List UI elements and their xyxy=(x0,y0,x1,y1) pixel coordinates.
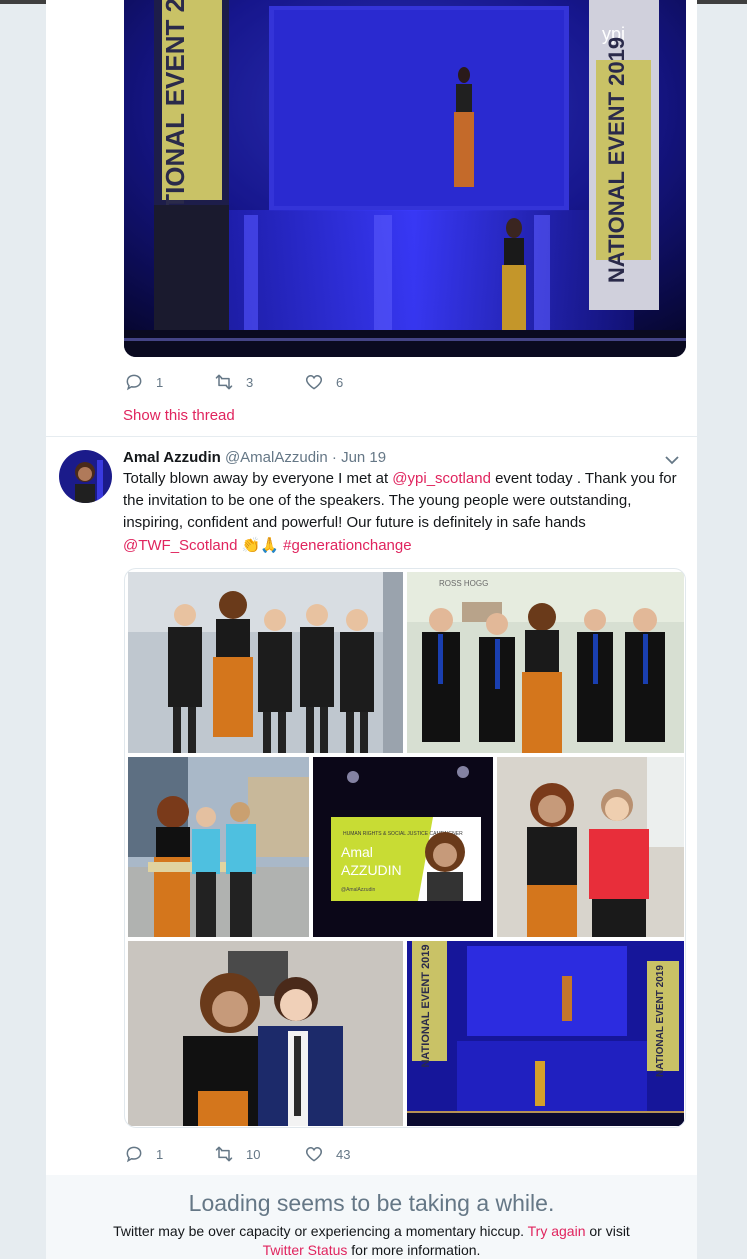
tweet-text: Totally blown away by everyone I met at … xyxy=(123,468,688,557)
separator-dot: · xyxy=(331,449,337,466)
author-name[interactable]: Amal Azzudin xyxy=(123,449,221,466)
reply-button[interactable]: 1 xyxy=(124,1144,214,1164)
stage-banner-left: NATIONAL EVENT 2019 xyxy=(420,944,432,1067)
try-again-link[interactable]: Try again xyxy=(528,1223,586,1239)
tweet-date[interactable]: Jun 19 xyxy=(341,449,386,466)
photo-stage-wide[interactable]: NATIONAL EVENT 2019 NATIONAL EVENT 2019 xyxy=(407,941,684,1126)
loading-title: Loading seems to be taking a while. xyxy=(188,1190,555,1216)
hashtag-generationchange[interactable]: #generationchange xyxy=(283,537,411,554)
mention-twf-scotland[interactable]: @TWF_Scotland xyxy=(123,537,237,554)
loading-message-text: or visit xyxy=(585,1223,630,1239)
emoji-clap-pray: 👏🙏 xyxy=(241,536,279,554)
stage-banner-right: NATIONAL EVENT 2019 xyxy=(655,965,666,1077)
reply-icon xyxy=(126,374,142,391)
twitter-status-link[interactable]: Twitter Status xyxy=(263,1242,348,1258)
card-last-name: AZZUDIN xyxy=(341,862,402,878)
author-handle[interactable]: @AmalAzzudin xyxy=(225,449,328,466)
like-button[interactable]: 43 xyxy=(304,1144,394,1164)
like-count: 6 xyxy=(336,374,344,390)
ross-hogg-sign: ROSS HOGG xyxy=(439,579,488,588)
heart-icon xyxy=(305,374,323,390)
mention-ypi-scotland[interactable]: @ypi_scotland xyxy=(392,470,491,487)
loading-message: Twitter may be over capacity or experien… xyxy=(46,1222,697,1259)
reply-count: 1 xyxy=(156,1146,164,1162)
retweet-button[interactable]: 10 xyxy=(214,1144,304,1164)
tweet-divider xyxy=(46,436,697,437)
loading-footer: Loading seems to be taking a while. Twit… xyxy=(0,1175,747,1259)
loading-message-text: Twitter may be over capacity or experien… xyxy=(113,1223,528,1239)
tweet-actions: 1 10 43 xyxy=(124,1144,394,1164)
timeline-column: NATIONAL EVENT 2019 ypi NATIONAL EVENT 2… xyxy=(46,0,697,1259)
reply-button[interactable]: 1 xyxy=(124,372,214,392)
card-handle: @AmalAzzudin xyxy=(341,887,375,893)
avatar[interactable] xyxy=(59,450,112,503)
photo-students-group-1[interactable] xyxy=(128,572,403,753)
photo-two-women[interactable] xyxy=(497,757,684,937)
card-first-name: Amal xyxy=(341,844,373,860)
retweet-icon xyxy=(215,1146,233,1162)
photo-students-group-2[interactable]: ROSS HOGG xyxy=(407,572,684,753)
reply-count: 1 xyxy=(156,374,164,390)
photo-selfie[interactable] xyxy=(128,941,403,1126)
reply-icon xyxy=(126,1146,142,1163)
tweet-photo-stage[interactable]: NATIONAL EVENT 2019 ypi NATIONAL EVENT 2… xyxy=(124,0,686,357)
photo-outdoor-group[interactable] xyxy=(128,757,309,937)
tweet-actions: 1 3 6 xyxy=(124,372,394,392)
retweet-count: 10 xyxy=(246,1146,261,1162)
retweet-count: 3 xyxy=(246,374,254,390)
tweet-header: Amal Azzudin @AmalAzzudin · Jun 19 xyxy=(123,449,386,466)
tweet-text-part: Totally blown away by everyone I met at xyxy=(123,470,393,487)
photo-collage[interactable]: ROSS HOGG HUMAN RIGHTS & SOCIAL JUSTICE … xyxy=(124,568,686,1128)
like-count: 43 xyxy=(336,1146,351,1162)
heart-icon xyxy=(305,1146,323,1162)
like-button[interactable]: 6 xyxy=(304,372,394,392)
show-thread-link[interactable]: Show this thread xyxy=(123,407,235,424)
retweet-icon xyxy=(215,374,233,390)
photo-speaker-card[interactable]: HUMAN RIGHTS & SOCIAL JUSTICE CAMPAIGNER… xyxy=(313,757,493,937)
loading-panel: Loading seems to be taking a while. Twit… xyxy=(46,1175,697,1259)
loading-message-text: for more information. xyxy=(347,1242,481,1258)
banner-right-text: NATIONAL EVENT 2019 xyxy=(604,37,629,283)
retweet-button[interactable]: 3 xyxy=(214,372,304,392)
chevron-down-icon[interactable] xyxy=(664,452,680,468)
